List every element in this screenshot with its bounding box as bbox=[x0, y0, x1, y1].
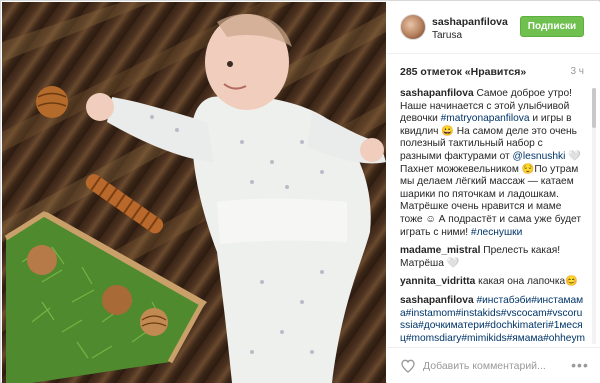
likes-row: 285 отметок «Нравится» 3 ч bbox=[400, 66, 590, 80]
comments-scrollbar[interactable] bbox=[592, 88, 596, 344]
instagram-post-window: sashapanfilova Tarusa Подписки 285 отмет… bbox=[0, 0, 600, 383]
comment-item: madame_mistral Прелесть какая! Матрёша 🤍 bbox=[400, 245, 586, 270]
post-photo[interactable] bbox=[2, 2, 386, 383]
post-side-panel: sashapanfilova Tarusa Подписки 285 отмет… bbox=[387, 2, 600, 383]
post-footer: ••• bbox=[387, 347, 600, 383]
post-time[interactable]: 3 ч bbox=[570, 66, 584, 77]
comment-item: yannita_vidritta какая она лапочка😊 bbox=[400, 276, 586, 289]
scrollbar-thumb[interactable] bbox=[592, 88, 596, 128]
caption: sashapanfilova Самое доброе утро! Наше н… bbox=[400, 88, 586, 239]
comments-list: sashapanfilova Самое доброе утро! Наше н… bbox=[400, 88, 586, 344]
post-location[interactable]: Tarusa bbox=[432, 30, 462, 41]
photo-illustration bbox=[2, 2, 386, 383]
caption-text-3: 🤍 Пахнет можжевельником 😌По утрам мы дел… bbox=[400, 150, 582, 238]
more-options-icon[interactable]: ••• bbox=[571, 356, 589, 374]
follow-button[interactable]: Подписки bbox=[520, 16, 584, 37]
comment-username[interactable]: yannita_vidritta bbox=[400, 276, 475, 287]
comment-text: какая она лапочка😊 bbox=[478, 276, 578, 288]
post-header: sashapanfilova Tarusa Подписки bbox=[387, 2, 600, 54]
heart-icon[interactable] bbox=[400, 358, 416, 374]
hashtags-comment: sashapanfilova #инстабэби#инстамама#inst… bbox=[400, 295, 586, 344]
caption-username[interactable]: sashapanfilova bbox=[400, 88, 474, 99]
author-username[interactable]: sashapanfilova bbox=[432, 16, 508, 28]
comment-input[interactable] bbox=[423, 357, 563, 375]
comment-username[interactable]: sashapanfilova bbox=[400, 295, 474, 306]
caption-tag-1[interactable]: #matryonapanfilova bbox=[441, 113, 530, 124]
comment-username[interactable]: madame_mistral bbox=[400, 245, 480, 256]
likes-count[interactable]: 285 отметок «Нравится» bbox=[400, 66, 526, 78]
caption-tag-3[interactable]: #леснушки bbox=[471, 227, 522, 238]
avatar[interactable] bbox=[400, 14, 426, 40]
caption-tag-2[interactable]: @lesnushki bbox=[513, 151, 566, 162]
